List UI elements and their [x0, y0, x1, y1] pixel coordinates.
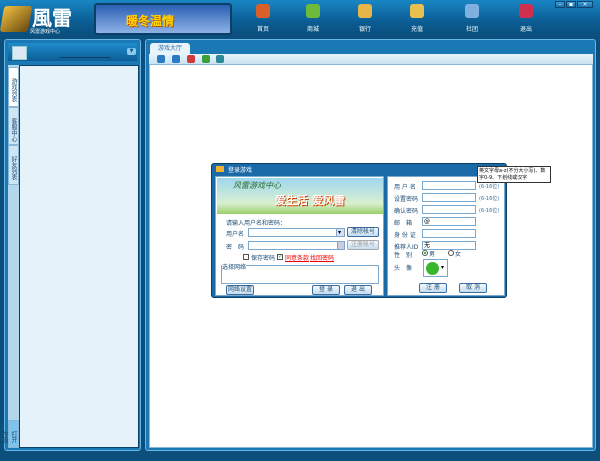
nav-label: 退出: [519, 26, 532, 33]
gender-label: 性 别: [394, 252, 413, 259]
dialog-icon: [216, 166, 224, 172]
shop-icon: [306, 4, 320, 18]
username-input[interactable]: [248, 228, 338, 237]
back-icon[interactable]: [157, 55, 165, 63]
game-list-area: [19, 65, 139, 448]
reg-field-input[interactable]: [422, 229, 476, 238]
logo: 風雷 风雷游戏中心: [0, 2, 90, 35]
username-dropdown[interactable]: ▾: [336, 228, 345, 237]
avatar-label: 头 像: [394, 265, 413, 272]
dialog-title: 登录游戏: [228, 167, 253, 174]
reg-field-hint: (6-16位): [479, 196, 500, 202]
frog-avatar-icon: [426, 262, 439, 275]
reg-field-input[interactable]: [422, 181, 476, 190]
side-tabs: 游戏列表 客服中心 好友列表 打开存盘: [1, 65, 19, 448]
password-input[interactable]: [248, 241, 338, 250]
minimize-button[interactable]: –: [555, 1, 565, 8]
tab-game-list[interactable]: 游戏列表: [8, 67, 19, 107]
login-dialog: 登录游戏 风雷游戏中心 爱生活 爱风雷 请输入用户名和密码： 用户名 ▾ 清除帐…: [211, 163, 507, 298]
register-account-button[interactable]: 注册帐号: [347, 240, 379, 250]
forward-icon[interactable]: [172, 55, 180, 63]
save-password-checkbox[interactable]: [243, 254, 249, 260]
logo-text: 風雷: [32, 6, 72, 30]
home-icon[interactable]: [216, 55, 224, 63]
group-icon: [465, 4, 479, 18]
logo-emblem-icon: [0, 6, 33, 32]
banner[interactable]: 暖冬温情: [94, 3, 232, 35]
reg-field-label: 设置密码: [394, 196, 419, 203]
nav-label: 银行: [358, 26, 371, 33]
register-button[interactable]: 注 册: [419, 283, 447, 293]
exit-button[interactable]: 退 出: [344, 285, 372, 295]
banner-text: 暖冬温情: [126, 14, 175, 28]
reg-field-input[interactable]: [422, 193, 476, 202]
reg-field-label: 用 户 名: [394, 184, 416, 191]
nav-label: 社团: [465, 26, 478, 33]
save-password-label: 保存密码: [251, 255, 276, 262]
reg-field-label: 确认密码: [394, 208, 419, 215]
reg-field-hint: (6-16位): [479, 184, 500, 190]
reg-field-input[interactable]: @: [422, 217, 476, 226]
refresh-icon[interactable]: [202, 55, 210, 63]
nav-label: 商城: [306, 26, 319, 33]
agree-terms-link[interactable]: 同意条款: [285, 253, 309, 262]
avatar-select[interactable]: ▾: [423, 259, 448, 277]
nav-exit[interactable]: 退出: [506, 2, 546, 34]
register-section: 用 户 名 (6-16位) 设置密码 (6-16位) 确认密码 (6-16位) 邮 箱…: [387, 176, 505, 296]
logo-subtitle: 风雷游戏中心: [30, 29, 61, 35]
bank-icon: [358, 4, 372, 18]
female-radio[interactable]: [448, 250, 454, 256]
keyboard-icon[interactable]: [337, 241, 345, 250]
banner-title: 风雷游戏中心: [233, 181, 281, 190]
network-label: 选择网络: [222, 262, 247, 271]
maximize-button[interactable]: ▪: [566, 1, 576, 8]
divider: [60, 57, 110, 58]
clear-account-button[interactable]: 清除帐号: [347, 227, 379, 237]
reg-field-label: 邮 箱: [394, 220, 413, 227]
chevron-down-icon: ▾: [441, 264, 445, 271]
nav-label: 充值: [410, 26, 423, 33]
stop-icon[interactable]: [187, 55, 195, 63]
login-banner: 风雷游戏中心 爱生活 爱风雷: [217, 178, 383, 214]
recharge-icon: [410, 4, 424, 18]
banner-slogan: 爱生活 爱风雷: [275, 194, 345, 207]
find-password-link[interactable]: 找回密码: [310, 253, 334, 262]
nav-recharge[interactable]: 充值: [397, 2, 437, 34]
home-icon: [256, 4, 270, 18]
cancel-button[interactable]: 取 消: [459, 283, 487, 293]
close-button[interactable]: ×: [577, 1, 593, 8]
user-bar: ▼: [8, 43, 137, 61]
nav-group[interactable]: 社团: [452, 2, 492, 34]
nav-bank[interactable]: 银行: [345, 2, 385, 34]
tab-service-center[interactable]: 客服中心: [8, 107, 19, 145]
nav-label: 首页: [256, 26, 269, 33]
reg-field-label: 身 份 证: [394, 232, 416, 239]
nav-shop[interactable]: 商城: [293, 2, 333, 34]
browser-toolbar: [149, 54, 593, 64]
female-label: 女: [455, 251, 462, 258]
nav-home[interactable]: 首页: [243, 2, 283, 34]
login-section: 风雷游戏中心 爱生活 爱风雷 请输入用户名和密码： 用户名 ▾ 清除帐号 密 码…: [215, 176, 384, 296]
male-label: 男: [429, 251, 436, 258]
agree-checkbox[interactable]: ✓: [277, 254, 283, 260]
password-label: 密 码: [226, 244, 245, 251]
tab-friend-list[interactable]: 好友列表: [8, 145, 19, 185]
network-settings-button[interactable]: 网络设置: [226, 285, 254, 295]
login-button[interactable]: 登 录: [312, 285, 340, 295]
reg-field-hint: (6-16位): [479, 208, 500, 214]
left-panel: ▼ 游戏列表 客服中心 好友列表 打开存盘: [1, 39, 141, 451]
network-group: 选择网络: [221, 262, 379, 284]
reg-field-input[interactable]: [422, 205, 476, 214]
login-prompt: 请输入用户名和密码：: [226, 220, 287, 227]
user-avatar[interactable]: [12, 46, 27, 60]
exit-icon: [519, 4, 533, 18]
username-tooltip: 英文字母a-z(不分大小写)、数字0-9、下划线或汉字: [477, 166, 551, 183]
tab-open-save[interactable]: 打开存盘: [1, 420, 19, 448]
dropdown-button[interactable]: ▼: [127, 48, 136, 55]
tab-game-hall[interactable]: 游戏大厅: [150, 43, 190, 54]
header: 風雷 风雷游戏中心 暖冬温情 首页 商城 银行 充值 社团 退出 – ▪ ×: [0, 0, 600, 36]
male-radio[interactable]: [422, 250, 428, 256]
username-label: 用户名: [226, 231, 245, 238]
